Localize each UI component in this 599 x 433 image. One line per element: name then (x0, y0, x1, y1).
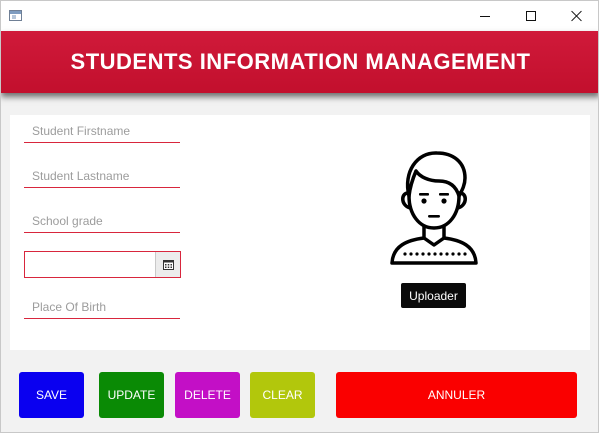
clear-button[interactable]: CLEAR (250, 372, 315, 418)
student-avatar-icon (390, 151, 478, 265)
title-bar[interactable] (1, 1, 598, 31)
app-window-icon (9, 10, 22, 21)
firstname-field-wrapper (24, 121, 180, 143)
student-form-card: Uploader (10, 115, 590, 350)
cancel-button[interactable]: ANNULER (336, 372, 577, 418)
close-icon (571, 10, 583, 22)
minimize-button[interactable] (462, 1, 508, 31)
upload-photo-button[interactable]: Uploader (401, 283, 466, 308)
delete-button[interactable]: DELETE (175, 372, 240, 418)
birthplace-field-wrapper (24, 297, 180, 319)
birthdate-input[interactable] (25, 252, 155, 277)
app-window: STUDENTS INFORMATION MANAGEMENT Student … (0, 0, 599, 433)
firstname-input[interactable] (24, 121, 180, 141)
save-button[interactable]: SAVE (19, 372, 84, 418)
page-title: STUDENTS INFORMATION MANAGEMENT (70, 49, 531, 74)
calendar-icon (162, 259, 174, 270)
calendar-button[interactable] (155, 252, 180, 277)
birthdate-picker (24, 251, 181, 278)
header-banner: STUDENTS INFORMATION MANAGEMENT (1, 31, 598, 93)
grade-field-wrapper (24, 211, 180, 233)
maximize-button[interactable] (508, 1, 554, 31)
minimize-icon (480, 15, 490, 17)
school-grade-input[interactable] (24, 211, 180, 231)
update-button[interactable]: UPDATE (99, 372, 164, 418)
close-button[interactable] (554, 1, 598, 31)
place-of-birth-input[interactable] (24, 297, 180, 317)
maximize-icon (526, 11, 536, 21)
lastname-input[interactable] (24, 166, 180, 186)
lastname-field-wrapper (24, 166, 180, 188)
